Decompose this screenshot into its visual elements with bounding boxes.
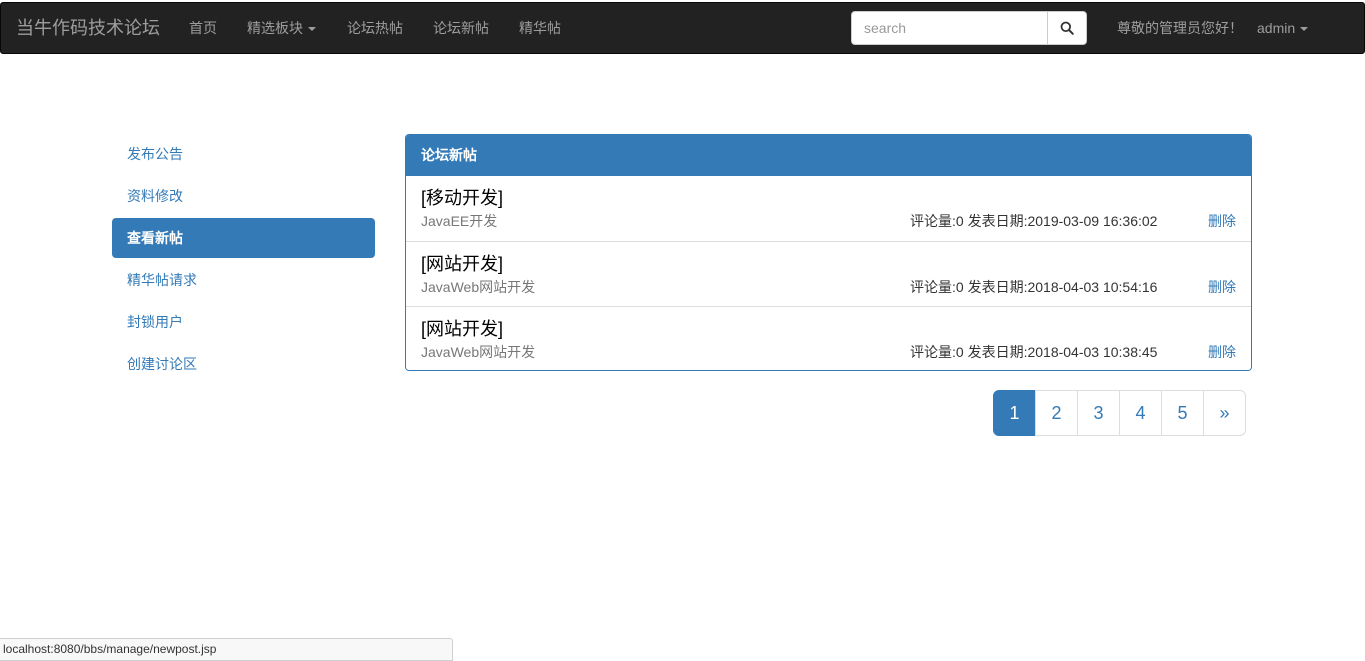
post-title[interactable]: [网站开发] [421, 250, 503, 276]
caret-down-icon [308, 27, 316, 32]
delete-post-link[interactable]: 删除 [1208, 277, 1236, 297]
admin-greeting: 尊敬的管理员您好！ [1117, 20, 1243, 36]
new-posts-panel: 论坛新帖 [移动开发] JavaEE开发 评论量:0 发表日期:2019-03-… [405, 134, 1252, 371]
delete-post-link[interactable]: 删除 [1208, 342, 1236, 362]
page-button-5[interactable]: 5 [1161, 390, 1204, 436]
post-category: JavaWeb网站开发 [421, 344, 536, 360]
nav-home[interactable]: 首页 [189, 3, 217, 53]
sidebar-item-edit-profile[interactable]: 资料修改 [112, 176, 375, 216]
sidebar-item-view-new-posts[interactable]: 查看新帖 [112, 218, 375, 258]
page-button-2[interactable]: 2 [1035, 390, 1078, 436]
post-list-item: [网站开发] JavaWeb网站开发 评论量:0 发表日期:2018-04-03… [406, 306, 1251, 370]
post-meta: 评论量:0 发表日期:2018-04-03 10:54:16 [910, 279, 1158, 295]
post-meta: 评论量:0 发表日期:2019-03-09 16:36:02 [910, 213, 1158, 229]
post-list-item: [网站开发] JavaWeb网站开发 评论量:0 发表日期:2018-04-03… [406, 241, 1251, 306]
caret-down-icon [1300, 27, 1309, 32]
page-button-3[interactable]: 3 [1077, 390, 1120, 436]
search-button[interactable] [1047, 11, 1087, 45]
page-button-4[interactable]: 4 [1119, 390, 1162, 436]
search-icon [1060, 21, 1074, 35]
post-list-item: [移动开发] JavaEE开发 评论量:0 发表日期:2019-03-09 16… [406, 176, 1251, 241]
top-navbar: 当牛作码技术论坛 首页 精选板块 论坛热帖 论坛新帖 精华帖 尊敬的管理员您好！… [0, 2, 1365, 54]
next-page-button[interactable]: » [1203, 390, 1246, 436]
nav-featured-sections-dropdown[interactable]: 精选板块 [247, 3, 316, 53]
delete-post-link[interactable]: 删除 [1208, 211, 1236, 231]
nav-essence-posts[interactable]: 精华帖 [519, 3, 561, 53]
browser-status-url: localhost:8080/bbs/manage/newpost.jsp [0, 638, 453, 661]
user-name: admin [1257, 20, 1296, 36]
page-button-1[interactable]: 1 [993, 390, 1036, 436]
post-meta: 评论量:0 发表日期:2018-04-03 10:38:45 [910, 344, 1158, 360]
nav-featured-sections-label: 精选板块 [247, 20, 303, 36]
sidebar-item-essence-requests[interactable]: 精华帖请求 [112, 260, 375, 300]
post-title[interactable]: [网站开发] [421, 315, 503, 341]
brand-title[interactable]: 当牛作码技术论坛 [16, 3, 160, 53]
pagination: 1 2 3 4 5 » [993, 390, 1246, 436]
panel-heading: 论坛新帖 [406, 135, 1251, 176]
nav-hot-posts[interactable]: 论坛热帖 [347, 3, 403, 53]
user-menu-dropdown[interactable]: admin [1257, 3, 1309, 53]
sidebar-item-publish-notice[interactable]: 发布公告 [112, 134, 375, 174]
nav-new-posts[interactable]: 论坛新帖 [433, 3, 489, 53]
sidebar-item-ban-user[interactable]: 封锁用户 [112, 302, 375, 342]
post-category: JavaEE开发 [421, 213, 498, 229]
search-input[interactable] [851, 11, 1048, 45]
post-category: JavaWeb网站开发 [421, 279, 536, 295]
post-title[interactable]: [移动开发] [421, 184, 503, 210]
sidebar-item-create-forum[interactable]: 创建讨论区 [112, 344, 375, 384]
